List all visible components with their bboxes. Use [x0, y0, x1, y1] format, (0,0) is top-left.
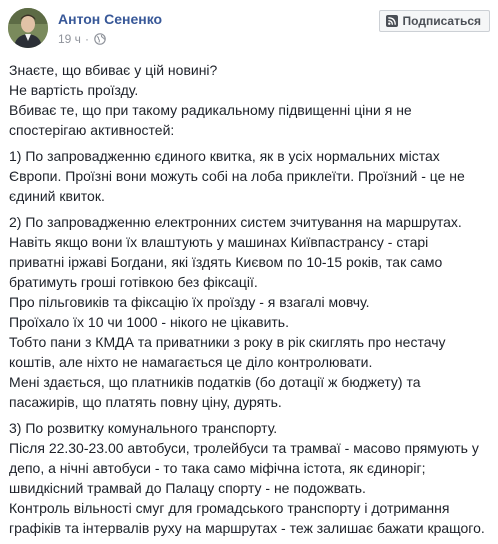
subscribe-button[interactable]: Подписаться	[378, 10, 490, 32]
post-text: Знаєте, що вбиває у цій новині? Не варті…	[9, 60, 491, 544]
post-time[interactable]: 19 ч	[58, 32, 81, 46]
text-line: Європи. Проїзні вони можуть собі на лоба…	[9, 168, 465, 184]
author-name[interactable]: Антон Сененко	[58, 11, 162, 27]
text-line: Контроль вільності смуг для громадського…	[9, 500, 450, 516]
post-header: Антон Сененко 19 ч · Подписаться	[8, 8, 490, 56]
text-line: коштів, але ніхто не намагається це діло…	[9, 354, 373, 370]
author-avatar[interactable]	[8, 8, 48, 48]
text-line: графіків та інтервалів руху на маршрутах…	[9, 520, 485, 536]
text-line: спостерігаю активностей:	[9, 122, 175, 138]
text-line: 2) По запровадженню електронних систем з…	[9, 214, 462, 230]
text-line: Про пільговиків та фіксацію їх проїзду -…	[9, 294, 370, 310]
subscribe-label: Подписаться	[402, 14, 481, 28]
globe-icon[interactable]	[94, 33, 106, 45]
paragraph: Знаєте, що вбиває у цій новині? Не варті…	[9, 60, 491, 140]
text-line: єдиний квиток.	[9, 188, 105, 204]
text-line: 1) По запровадженню єдиного квитка, як в…	[9, 148, 440, 164]
text-line: Після 22.30-23.00 автобуси, тролейбуси т…	[9, 440, 479, 456]
text-line: 3) По розвитку комунального транспорту.	[9, 420, 278, 436]
paragraph: 1) По запровадженню єдиного квитка, як в…	[9, 146, 491, 206]
text-line: приватні іржаві Богдани, які їздять Києв…	[9, 254, 443, 270]
text-line: братимуть гроші готівкою без фіксації.	[9, 274, 258, 290]
text-line: Тобто пани з КМДА та приватники з року в…	[9, 334, 446, 350]
text-line: Не вартість проїзду.	[9, 82, 139, 98]
text-line: депо, а нічні автобуси - то така само мі…	[9, 460, 426, 476]
text-line: Вбиває те, що при такому радикальному пі…	[9, 102, 412, 118]
avatar-photo-icon	[8, 8, 48, 48]
text-line: швидкісний трамвай до Палацу спорту - не…	[9, 480, 366, 496]
paragraph: 2) По запровадженню електронних систем з…	[9, 212, 491, 412]
text-line: пасажирів, що платять повну ціну, дурять…	[9, 394, 282, 410]
text-line: Знаєте, що вбиває у цій новині?	[9, 62, 218, 78]
meta-separator: ·	[84, 32, 89, 46]
text-line: Проїхало їх 10 чи 1000 - нікого не цікав…	[9, 314, 289, 330]
facebook-post: Антон Сененко 19 ч · Подписаться Знаєте,…	[0, 0, 498, 536]
rss-icon	[385, 15, 398, 27]
post-meta: 19 ч ·	[58, 32, 106, 46]
paragraph: 3) По розвитку комунального транспорту. …	[9, 418, 491, 538]
text-line: Мені здається, що платників податків (бо…	[9, 374, 421, 390]
text-line: Навіть якщо вони їх влаштують у машинах …	[9, 234, 429, 250]
